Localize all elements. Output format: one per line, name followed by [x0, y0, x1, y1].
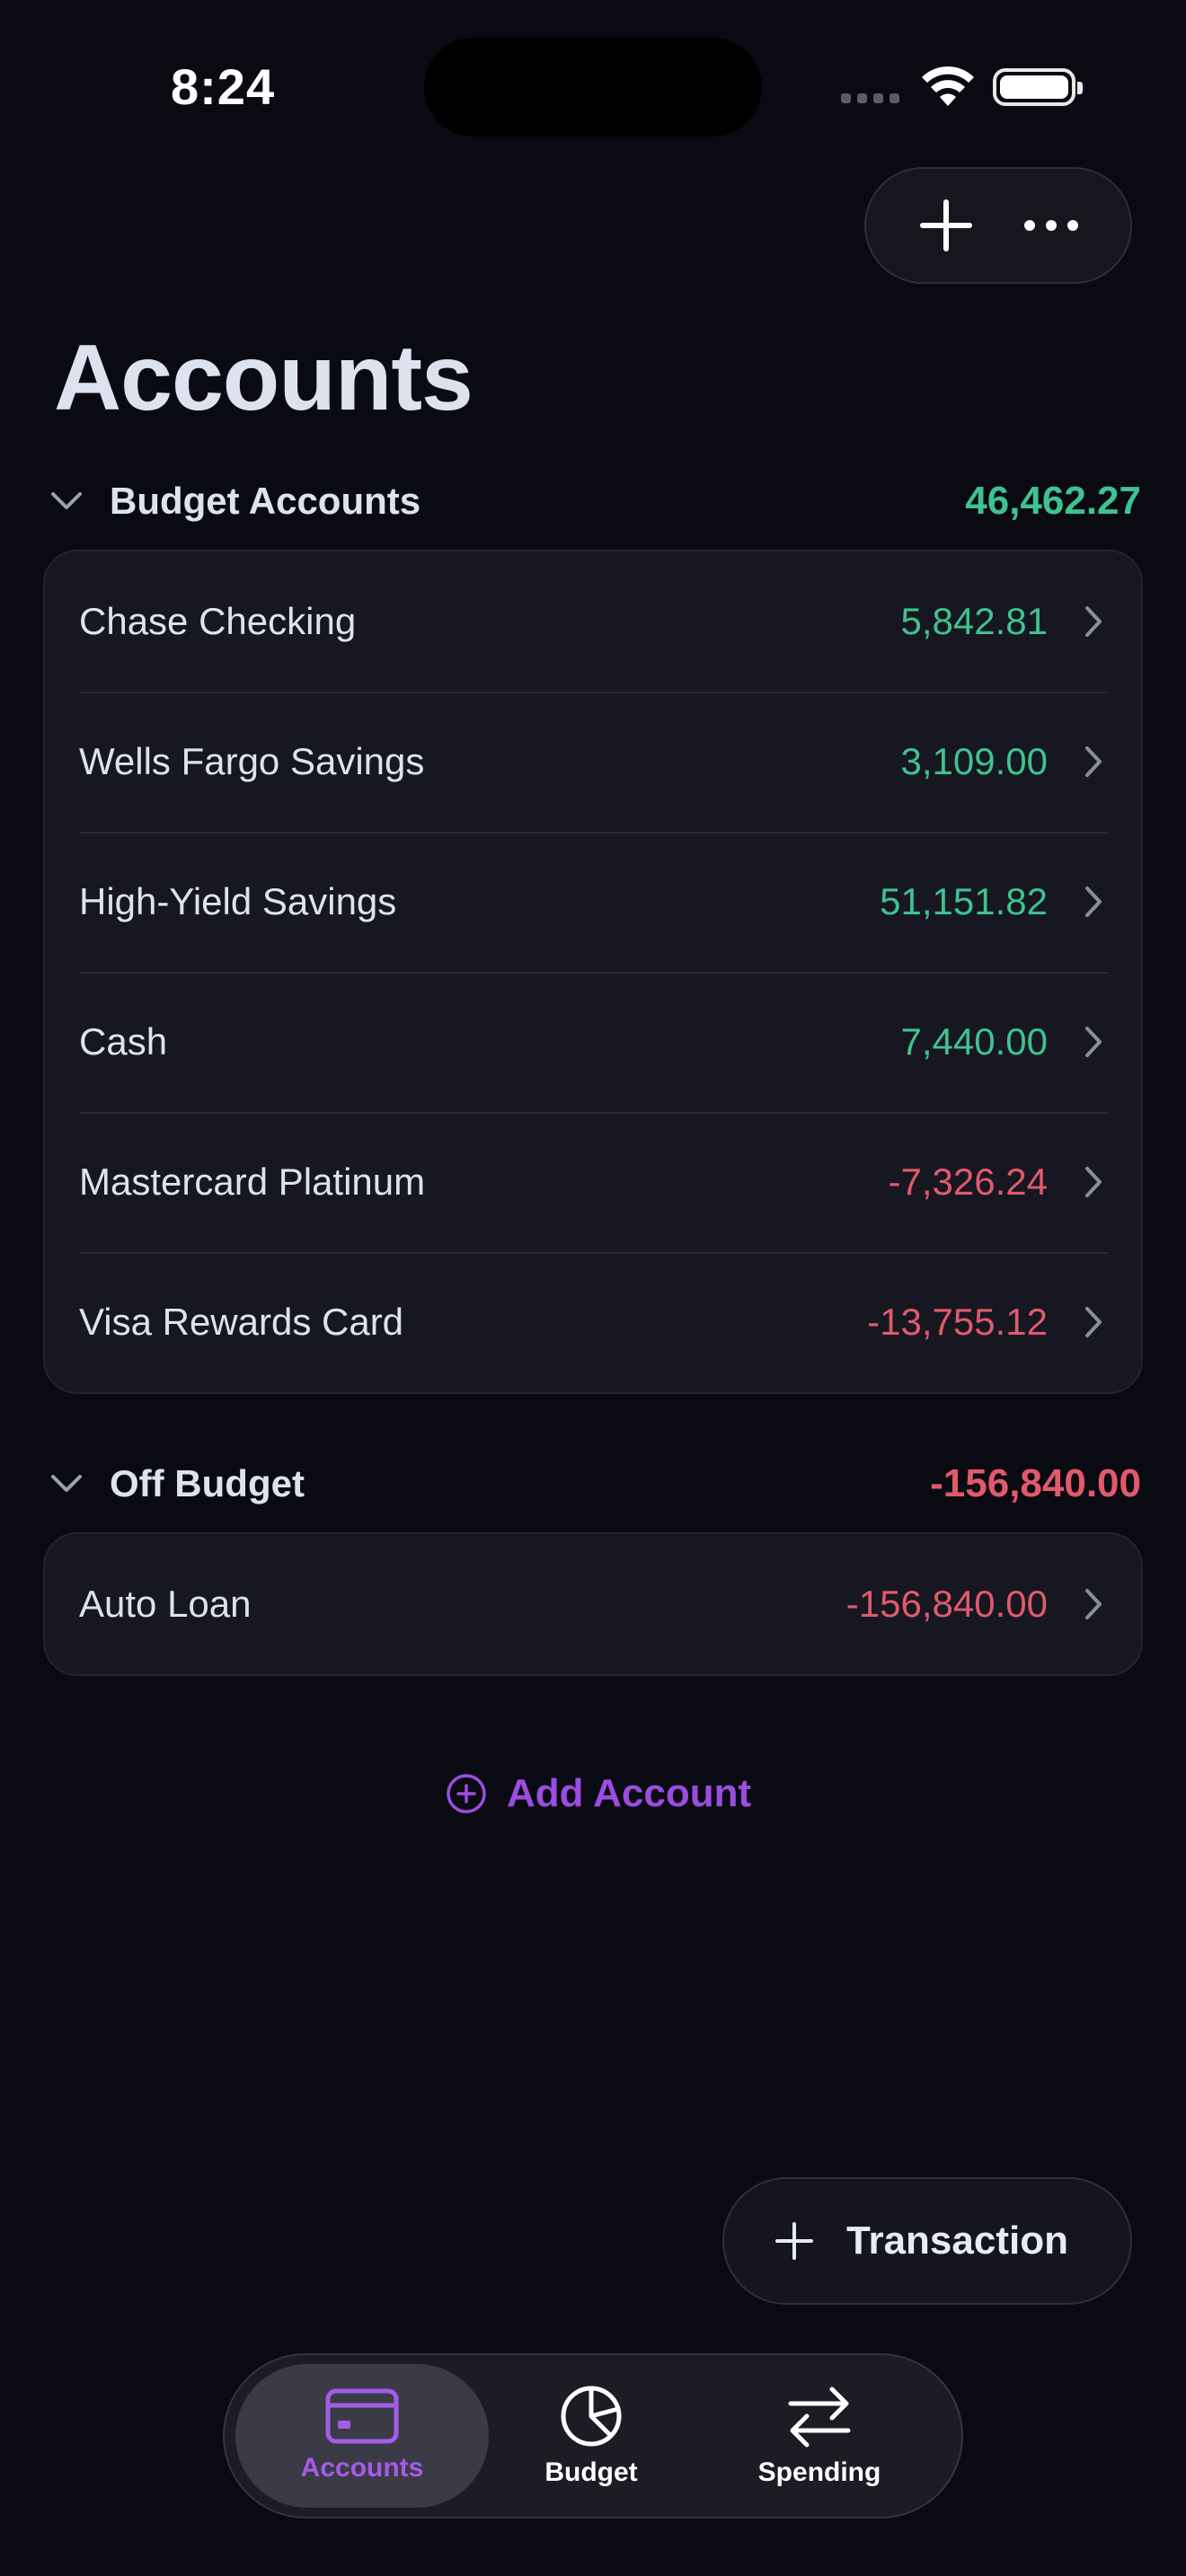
top-actions-pill [864, 167, 1132, 284]
account-balance: 5,842.81 [900, 600, 1049, 642]
chevron-right-icon [1080, 1304, 1107, 1340]
account-row[interactable]: Wells Fargo Savings 3,109.00 [45, 692, 1141, 832]
chevron-right-icon [1080, 884, 1107, 920]
account-balance: 51,151.82 [880, 880, 1048, 922]
accounts-screen: 8:24 Accounts Budget Accounts 46,462.27 [0, 0, 1186, 2576]
add-transaction-button[interactable]: Transaction [722, 2177, 1132, 2305]
transaction-label: Transaction [846, 2219, 1068, 2263]
chevron-right-icon [1080, 1164, 1107, 1200]
wifi-icon [922, 66, 974, 106]
cellular-signal-icon [841, 93, 899, 103]
budget-accounts-card: Chase Checking 5,842.81 Wells Fargo Savi… [43, 550, 1143, 1394]
off-budget-accounts-card: Auto Loan -156,840.00 [43, 1532, 1143, 1676]
arrows-swap-icon [788, 2386, 851, 2448]
add-account-button[interactable]: Add Account [446, 1771, 751, 1816]
ellipsis-icon [1023, 220, 1078, 231]
status-time: 8:24 [171, 58, 276, 115]
tab-spending[interactable]: Spending [703, 2364, 936, 2508]
account-row[interactable]: Cash 7,440.00 [45, 972, 1141, 1112]
plus-icon [919, 199, 972, 251]
account-name: Chase Checking [79, 600, 357, 642]
account-row[interactable]: Visa Rewards Card -13,755.12 [45, 1252, 1141, 1392]
account-balance: -13,755.12 [867, 1301, 1048, 1343]
section-total: 46,462.27 [965, 479, 1141, 523]
account-name: Mastercard Platinum [79, 1160, 426, 1203]
chevron-down-icon [47, 481, 86, 521]
account-row[interactable]: High-Yield Savings 51,151.82 [45, 832, 1141, 972]
credit-card-icon [325, 2388, 399, 2444]
account-name: High-Yield Savings [79, 880, 397, 922]
chevron-right-icon [1080, 744, 1107, 780]
section-label: Budget Accounts [110, 480, 421, 522]
section-label: Off Budget [110, 1462, 305, 1504]
off-budget-section-header[interactable]: Off Budget -156,840.00 [47, 1457, 1141, 1511]
dynamic-island [424, 38, 762, 137]
account-name: Auto Loan [79, 1583, 252, 1625]
chevron-right-icon [1080, 604, 1107, 640]
account-name: Visa Rewards Card [79, 1301, 404, 1343]
section-total: -156,840.00 [930, 1461, 1141, 1505]
tab-accounts[interactable]: Accounts [235, 2364, 489, 2508]
account-balance: 3,109.00 [900, 740, 1049, 782]
account-name: Wells Fargo Savings [79, 740, 425, 782]
battery-icon [993, 68, 1083, 106]
account-row[interactable]: Chase Checking 5,842.81 [45, 551, 1141, 692]
plus-icon [775, 2222, 813, 2260]
account-balance: 7,440.00 [900, 1020, 1049, 1063]
tab-bar: Accounts Budget Spending [223, 2353, 963, 2519]
account-row[interactable]: Mastercard Platinum -7,326.24 [45, 1112, 1141, 1252]
tab-budget[interactable]: Budget [494, 2364, 688, 2508]
account-balance: -7,326.24 [888, 1160, 1048, 1203]
tab-label: Spending [757, 2457, 881, 2487]
chevron-right-icon [1080, 1586, 1107, 1622]
pie-chart-icon [561, 2386, 622, 2447]
add-account-label: Add Account [507, 1771, 752, 1815]
plus-circle-icon [447, 1774, 486, 1813]
add-button[interactable] [910, 190, 982, 261]
page-title: Accounts [54, 326, 474, 430]
more-button[interactable] [1015, 190, 1087, 261]
account-balance: -156,840.00 [845, 1583, 1048, 1625]
chevron-down-icon [47, 1464, 86, 1504]
tab-label: Accounts [300, 2453, 424, 2483]
budget-section-header[interactable]: Budget Accounts 46,462.27 [47, 474, 1141, 528]
account-name: Cash [79, 1020, 168, 1063]
chevron-right-icon [1080, 1024, 1107, 1060]
tab-label: Budget [544, 2457, 638, 2487]
account-row[interactable]: Auto Loan -156,840.00 [45, 1534, 1141, 1674]
